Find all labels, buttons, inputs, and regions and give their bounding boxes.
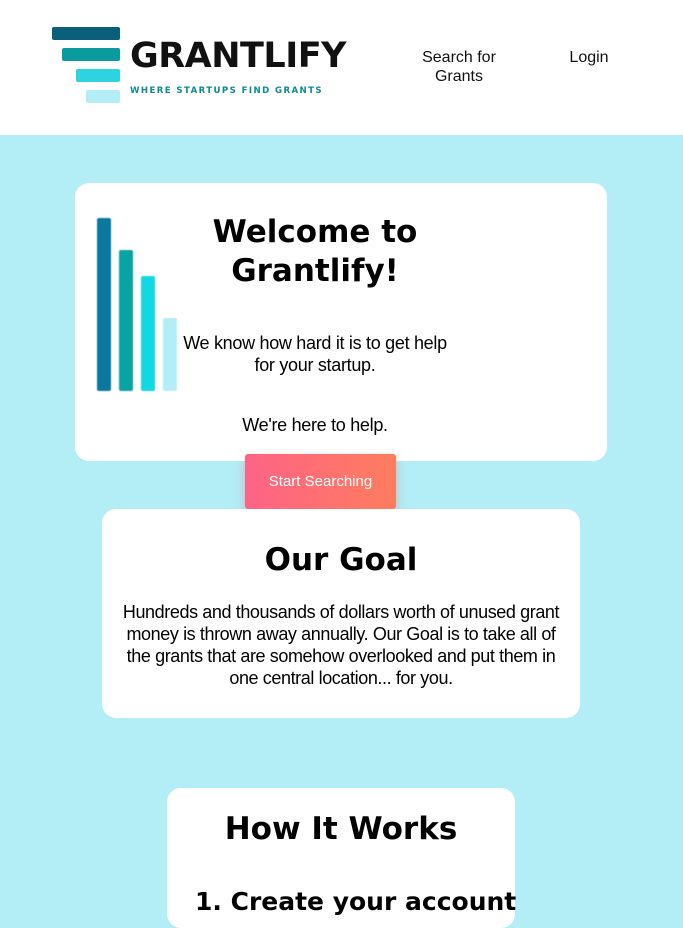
how-it-works-title: How It Works [224,811,458,847]
how-it-works-card: How It Works 1. Create your account [167,788,517,928]
welcome-card: Welcome to Grantlify! We know how hard i… [75,183,607,461]
welcome-help-text: We're here to help. [242,415,388,435]
goal-text: Hundreds and thousands of dollars worth … [122,602,560,688]
bar-chart-icon [95,215,177,391]
goal-card: Our Goal Hundreds and thousands of dolla… [102,509,580,718]
welcome-text: We know how hard it is to get help for y… [183,333,447,375]
how-it-works-step: 1. Create your account [195,887,517,916]
brand-name[interactable]: GRANTLIFY [130,34,347,78]
welcome-title: Welcome to Grantlify! [212,214,418,289]
site-header: GRANTLIFY WHERE STARTUPS FIND GRANTS Sea… [0,0,683,135]
nav-search-grants-link[interactable]: Search for Grants [414,48,504,86]
nav-login-link[interactable]: Login [562,48,616,67]
start-searching-button[interactable]: Start Searching [245,454,396,509]
goal-title: Our Goal [264,542,418,578]
brand-tagline: WHERE STARTUPS FIND GRANTS [130,86,323,96]
funnel-bars-icon[interactable] [52,27,122,105]
